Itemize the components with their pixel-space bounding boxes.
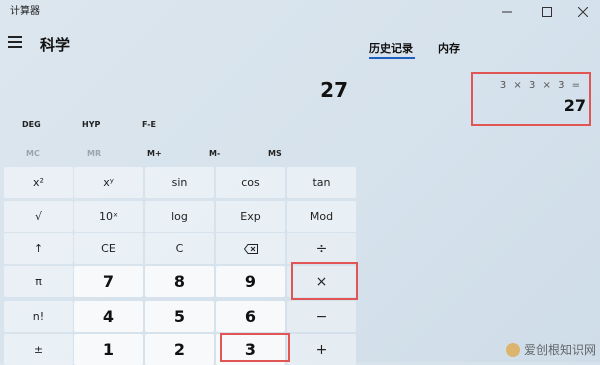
maximize-button[interactable] — [530, 0, 564, 24]
negate-key[interactable]: ± — [4, 334, 73, 365]
divide-key[interactable]: ÷ — [287, 233, 356, 264]
active-tab-indicator — [369, 57, 415, 59]
hyp-button[interactable]: HYP — [82, 117, 100, 133]
clear-entry-key-label: CE — [101, 242, 116, 255]
mr-button[interactable]: MR — [87, 146, 101, 162]
ten-power-key[interactable]: 10ˣ — [74, 201, 143, 232]
digit-2-key-label: 2 — [173, 340, 186, 359]
tab-memory[interactable]: 内存 — [438, 40, 460, 56]
log-key-label: log — [171, 210, 188, 223]
negate-key-label: ± — [33, 343, 44, 356]
clear-key-label: C — [175, 242, 184, 255]
digit-5-key-label: 5 — [173, 307, 186, 326]
backspace-icon — [243, 243, 258, 254]
digit-2-key[interactable]: 2 — [145, 334, 214, 365]
add-key-label: + — [315, 341, 328, 358]
minimize-icon — [502, 11, 512, 13]
shift-key[interactable]: ↑ — [4, 233, 73, 264]
multiply-key-highlight — [291, 262, 358, 300]
mode-title: 科学 — [40, 36, 71, 54]
watermark-logo-icon — [505, 342, 520, 357]
mc-button[interactable]: MC — [26, 146, 40, 162]
app-title: 计算器 — [10, 6, 40, 17]
pi-key[interactable]: π — [4, 266, 73, 297]
ten-power-key-label: 10ˣ — [99, 210, 118, 223]
history-result[interactable]: 27 — [564, 96, 586, 115]
sqrt-key[interactable]: √ — [4, 201, 73, 232]
watermark-text: 爱创根知识网 — [523, 343, 596, 357]
digit-9-key-label: 9 — [244, 272, 257, 291]
log-key[interactable]: log — [145, 201, 214, 232]
cos-key-label: cos — [241, 176, 260, 189]
maximize-icon — [542, 7, 552, 17]
close-icon — [578, 7, 588, 17]
sin-key[interactable]: sin — [145, 167, 214, 198]
watermark: 爱创根知识网 — [505, 341, 596, 358]
shift-key-label: ↑ — [33, 242, 44, 255]
m-plus-button[interactable]: M+ — [147, 146, 162, 162]
digit-8-key[interactable]: 8 — [145, 266, 214, 297]
digit-8-key-label: 8 — [173, 272, 186, 291]
menu-button[interactable] — [8, 36, 22, 48]
power-key[interactable]: xʸ — [74, 167, 143, 198]
tan-key-label: tan — [312, 176, 331, 189]
cos-key[interactable]: cos — [216, 167, 285, 198]
three-key-highlight — [220, 333, 290, 362]
m-minus-button[interactable]: M- — [209, 146, 220, 162]
divide-key-label: ÷ — [315, 240, 328, 257]
hamburger-icon — [8, 36, 22, 48]
digit-6-key[interactable]: 6 — [216, 301, 285, 332]
factorial-key-label: n! — [32, 310, 45, 323]
exp-key-label: Exp — [240, 210, 261, 223]
digit-4-key-label: 4 — [102, 307, 115, 326]
digit-9-key[interactable]: 9 — [216, 266, 285, 297]
history-expression[interactable]: 3 × 3 × 3 = — [500, 80, 582, 91]
tan-key[interactable]: tan — [287, 167, 356, 198]
clear-entry-key[interactable]: CE — [74, 233, 143, 264]
digit-5-key[interactable]: 5 — [145, 301, 214, 332]
power-key-label: xʸ — [103, 176, 114, 189]
digit-4-key[interactable]: 4 — [74, 301, 143, 332]
tab-history[interactable]: 历史记录 — [369, 40, 413, 56]
square-key[interactable]: x² — [4, 167, 73, 198]
square-key-label: x² — [33, 176, 44, 189]
mod-key[interactable]: Mod — [287, 201, 356, 232]
subtract-key-label: − — [315, 308, 328, 325]
mod-key-label: Mod — [309, 210, 334, 223]
factorial-key[interactable]: n! — [4, 301, 73, 332]
minimize-button[interactable] — [490, 0, 524, 24]
exp-key[interactable]: Exp — [216, 201, 285, 232]
pi-key-label: π — [35, 275, 42, 288]
close-button[interactable] — [566, 0, 600, 24]
digit-7-key[interactable]: 7 — [74, 266, 143, 297]
ms-button[interactable]: MS — [268, 146, 282, 162]
deg-button[interactable]: DEG — [22, 117, 41, 133]
fe-button[interactable]: F-E — [142, 117, 156, 133]
sin-key-label: sin — [171, 176, 188, 189]
digit-1-key-label: 1 — [102, 340, 115, 359]
digit-7-key-label: 7 — [102, 272, 115, 291]
clear-key[interactable]: C — [145, 233, 214, 264]
digit-6-key-label: 6 — [244, 307, 257, 326]
digit-1-key[interactable]: 1 — [74, 334, 143, 365]
subtract-key[interactable]: − — [287, 301, 356, 332]
main-display: 27 — [320, 78, 348, 102]
backspace-key[interactable] — [216, 233, 285, 264]
add-key[interactable]: + — [287, 334, 356, 365]
sqrt-key-label: √ — [34, 210, 42, 223]
